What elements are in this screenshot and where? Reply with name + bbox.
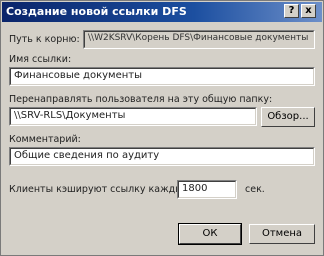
redirect-path-input[interactable]: \\SRV-RLS\Документы [9,107,257,126]
browse-button[interactable]: Обзор... [261,107,315,127]
comment-input[interactable]: Общие сведения по аудиту [9,147,315,166]
create-dfs-link-dialog: Создание новой ссылки DFS ? x Путь к кор… [0,0,324,256]
root-path-label: Путь к корню: [9,34,80,45]
redirect-label: Перенаправлять пользователя на эту общую… [9,94,273,105]
window-title: Создание новой ссылки DFS [6,5,187,18]
cache-label: Клиенты кэшируют ссылку каждые [9,184,189,195]
close-button[interactable]: x [301,4,316,18]
comment-label: Комментарий: [9,134,81,145]
link-name-label: Имя ссылки: [9,54,72,65]
title-bar[interactable]: Создание новой ссылки DFS ? x [2,2,322,22]
help-button[interactable]: ? [284,4,299,18]
cache-unit-label: сек. [245,184,265,195]
cache-seconds-input[interactable]: 1800 [177,180,237,199]
ok-button[interactable]: ОК [178,223,242,245]
link-name-input[interactable]: Финансовые документы [9,67,315,86]
cancel-button[interactable]: Отмена [249,224,315,244]
root-path-field: \\W2KSRV\Корень DFS\Финансовые документы [83,30,315,49]
